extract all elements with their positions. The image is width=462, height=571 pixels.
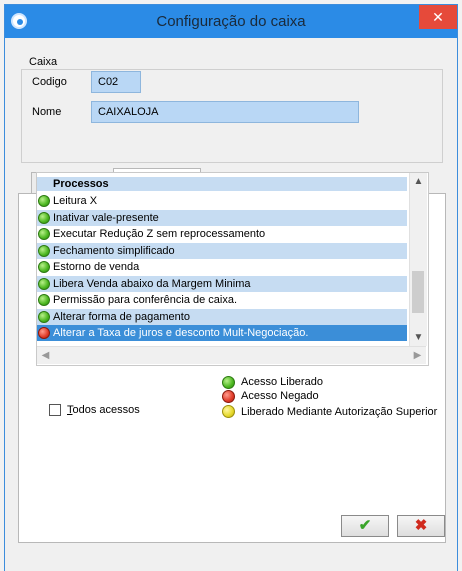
green-status-icon — [222, 376, 235, 389]
legend-autorizacao-superior: Liberado Mediante Autorização Superior — [241, 406, 438, 418]
process-row[interactable]: Permissão para conferência de caixa. — [37, 292, 407, 308]
green-status-icon — [38, 195, 50, 207]
process-row[interactable]: Leitura X — [37, 193, 407, 209]
close-icon: ✕ — [432, 9, 444, 25]
vertical-scrollbar[interactable]: ▲ ▼ — [409, 173, 427, 346]
x-icon: ✖ — [414, 517, 428, 534]
process-row[interactable]: Estorno de venda — [37, 259, 407, 275]
process-row[interactable]: Alterar forma de pagamento — [37, 308, 407, 325]
todos-acessos-checkbox[interactable] — [49, 404, 61, 416]
todos-acessos-label[interactable]: Todos acessos — [67, 404, 140, 416]
todos-acessos-rest: odos acessos — [72, 404, 140, 416]
codigo-field[interactable]: C02 — [91, 71, 141, 93]
scroll-thumb[interactable] — [412, 271, 424, 313]
process-label: Fechamento simplificado — [53, 244, 175, 257]
process-label: Permissão para conferência de caixa. — [53, 294, 238, 306]
green-status-icon — [38, 294, 50, 306]
process-label: Alterar forma de pagamento — [53, 310, 190, 323]
nome-label: Nome — [32, 106, 62, 118]
green-status-icon — [38, 310, 50, 323]
process-label: Inativar vale-presente — [53, 211, 159, 224]
scroll-right-icon[interactable]: ▶ — [409, 347, 426, 364]
process-label: Leitura X — [53, 195, 98, 207]
red-status-icon — [222, 390, 235, 403]
process-label: Libera Venda abaixo da Margem Minima — [53, 277, 251, 290]
dialog-body: Caixa Codigo C02 Nome CAIXALOJA Perfil V… — [5, 38, 457, 571]
cancel-button[interactable]: ✖ — [397, 515, 445, 537]
legend-acesso-negado: Acesso Negado — [241, 390, 319, 402]
config-caixa-window: Configuração do caixa ✕ Caixa Codigo C02… — [4, 4, 458, 571]
process-row[interactable]: Executar Redução Z sem reprocessamento — [37, 226, 407, 242]
process-row[interactable]: Inativar vale-presente — [37, 209, 407, 226]
process-label: Alterar a Taxa de juros e desconto Mult-… — [53, 327, 309, 339]
green-status-icon — [38, 244, 50, 257]
horizontal-scrollbar[interactable]: ◀ ▶ — [37, 346, 426, 364]
process-label: Executar Redução Z sem reprocessamento — [53, 228, 266, 240]
codigo-label: Codigo — [32, 76, 67, 88]
caixa-group-legend: Caixa — [27, 56, 60, 68]
process-row[interactable]: Fechamento simplificado — [37, 242, 407, 259]
window-title: Configuração do caixa — [156, 13, 306, 30]
scroll-up-icon[interactable]: ▲ — [410, 173, 427, 190]
legend-acesso-liberado: Acesso Liberado — [241, 376, 323, 388]
green-status-icon — [38, 277, 50, 290]
scroll-left-icon[interactable]: ◀ — [37, 347, 54, 364]
ok-button[interactable]: ✔ — [341, 515, 389, 537]
nome-field[interactable]: CAIXALOJA — [91, 101, 359, 123]
green-status-icon — [38, 261, 50, 273]
green-status-icon — [38, 228, 50, 240]
title-bar[interactable]: Configuração do caixa ✕ — [5, 5, 457, 38]
yellow-status-icon — [222, 405, 235, 418]
scroll-down-icon[interactable]: ▼ — [410, 329, 427, 346]
green-status-icon — [38, 211, 50, 224]
process-row[interactable]: Libera Venda abaixo da Margem Minima — [37, 275, 407, 292]
red-status-icon — [38, 327, 50, 339]
check-icon: ✔ — [358, 517, 372, 534]
processes-grid[interactable]: Processos Leitura X Inativar vale-present… — [36, 172, 429, 366]
process-row[interactable]: Alterar a Taxa de juros e desconto Mult-… — [37, 325, 407, 341]
process-label: Estorno de venda — [53, 261, 140, 273]
close-button[interactable]: ✕ — [419, 5, 457, 29]
processes-header: Processos — [37, 177, 407, 191]
